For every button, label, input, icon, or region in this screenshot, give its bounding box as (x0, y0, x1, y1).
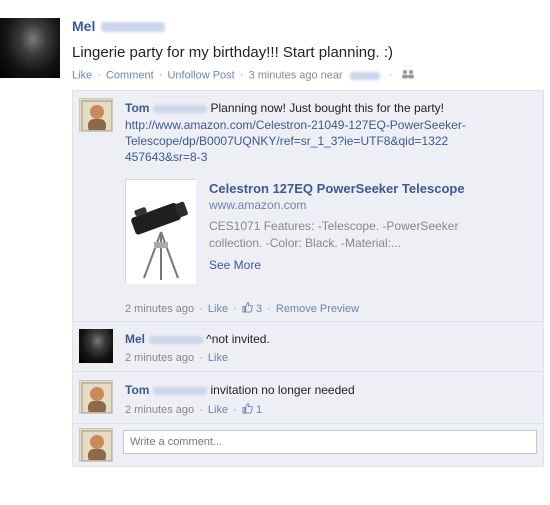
avatar-image (80, 381, 112, 413)
avatar-image (80, 99, 112, 131)
comment-body: Tom invitation no longer needed 2 minute… (125, 382, 355, 417)
see-more-link[interactable]: See More (209, 258, 529, 272)
people-icon (401, 69, 415, 82)
thumbs-up-icon (242, 403, 253, 417)
commenter-name[interactable]: Mel (125, 332, 204, 346)
preview-description: CES1071 Features: -Telescope. -PowerSeek… (209, 218, 529, 252)
telescope-image (126, 180, 196, 284)
redacted-surname (153, 104, 208, 113)
comment-meta: 2 minutes ago · Like · 3 · Remove Previe… (125, 302, 359, 316)
comment-link-line: http://www.amazon.com/Celestron-21049-12… (125, 118, 466, 132)
comment-like-link[interactable]: Like (208, 303, 228, 315)
comment-link-line: Telescope/dp/B0007UQNKY/ref=sr_1_3?ie=UT… (125, 134, 449, 148)
separator: · (199, 404, 203, 416)
comment-link[interactable]: Comment (106, 69, 154, 81)
comment-body: Mel ^not invited. 2 minutes ago · Like (125, 331, 270, 364)
comment-time: 2 minutes ago (125, 404, 195, 416)
commenter-name[interactable]: Tom (125, 101, 208, 115)
comment-meta: 2 minutes ago · Like · 1 (125, 403, 355, 417)
current-user-avatar[interactable] (79, 428, 113, 462)
avatar-image (80, 429, 112, 461)
comment-link[interactable]: http://www.amazon.com/Celestron-21049-12… (125, 117, 535, 165)
separator: · (233, 404, 237, 416)
separator: · (239, 69, 244, 82)
comment-time: 2 minutes ago (125, 352, 195, 364)
separator: · (267, 303, 271, 315)
separator: · (199, 303, 203, 315)
like-link[interactable]: Like (72, 69, 92, 81)
post-author-avatar[interactable] (0, 18, 60, 78)
comment-text: invitation no longer needed (210, 383, 355, 397)
preview-title[interactable]: Celestron 127EQ PowerSeeker Telescope (209, 181, 529, 196)
comment-meta: 2 minutes ago · Like (125, 352, 270, 364)
thumbs-up-icon (242, 302, 253, 316)
post-time: 3 minutes ago near (248, 69, 343, 82)
comment-body: Tom Planning now! Just bought this for t… (125, 100, 535, 165)
link-preview[interactable]: Celestron 127EQ PowerSeeker Telescope ww… (125, 179, 535, 287)
comment-like-link[interactable]: Like (208, 352, 228, 364)
comment-like-link[interactable]: Like (208, 404, 228, 416)
commenter-avatar[interactable] (79, 98, 113, 132)
comments-panel: Tom Planning now! Just bought this for t… (72, 90, 544, 467)
commenter-name[interactable]: Tom (125, 383, 208, 397)
comment-text: ^not invited. (206, 332, 270, 346)
comment: Mel ^not invited. 2 minutes ago · Like (73, 322, 543, 372)
comment: Tom invitation no longer needed 2 minute… (73, 372, 543, 424)
post-text: Lingerie party for my birthday!!! Start … (72, 44, 393, 61)
redacted-location (349, 71, 380, 80)
separator: · (97, 69, 101, 82)
post-author[interactable]: Mel (72, 18, 166, 34)
redacted-surname (153, 386, 208, 395)
comment-like-count[interactable]: 1 (256, 404, 262, 416)
separator: · (158, 69, 163, 82)
commenter-avatar[interactable] (79, 380, 113, 414)
redacted-surname (149, 335, 204, 344)
preview-text: Celestron 127EQ PowerSeeker Telescope ww… (209, 181, 529, 272)
preview-domain: www.amazon.com (209, 198, 307, 212)
comment-link-line: 457643&sr=8-3 (125, 150, 208, 164)
commenter-avatar[interactable] (79, 329, 113, 363)
preview-description-line: collection. -Color: Black. -Material:... (209, 236, 402, 250)
post-meta: Like · Comment · Unfollow Post · 3 minut… (72, 69, 415, 82)
comment-time: 2 minutes ago (125, 303, 195, 315)
write-comment-row: Write a comment... (73, 424, 543, 466)
unfollow-post-link[interactable]: Unfollow Post (167, 69, 234, 81)
separator: · (199, 352, 203, 364)
comment-like-count[interactable]: 3 (256, 303, 262, 315)
write-comment-input[interactable]: Write a comment... (123, 430, 537, 454)
comment: Tom Planning now! Just bought this for t… (73, 91, 543, 322)
comment-text: Planning now! Just bought this for the p… (210, 101, 444, 115)
separator: · (388, 69, 393, 82)
telescope-thumbnail (125, 179, 196, 284)
remove-preview-link[interactable]: Remove Preview (276, 303, 359, 315)
redacted-surname (101, 22, 166, 33)
separator: · (233, 303, 237, 315)
preview-description-line: CES1071 Features: -Telescope. -PowerSeek… (209, 219, 459, 233)
